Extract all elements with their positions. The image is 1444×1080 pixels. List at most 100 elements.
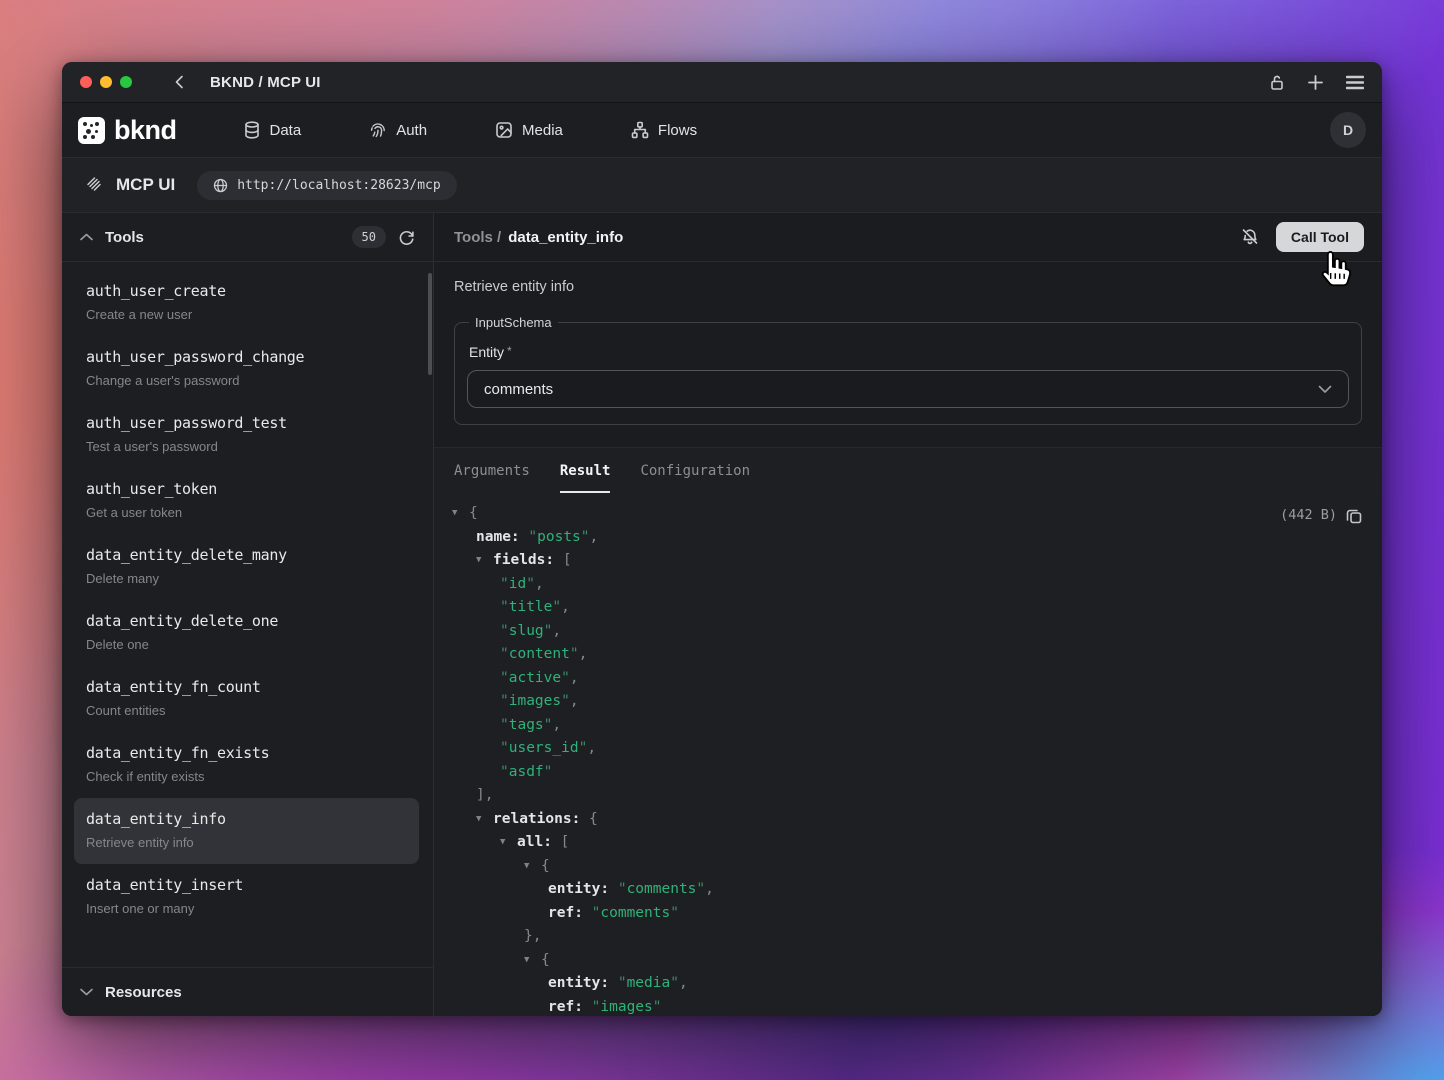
main-nav: bknd Data Auth Media Flows D [62, 103, 1382, 158]
json-line: ▼{ [434, 949, 1382, 973]
json-lines: ▼{name: "posts",▼fields: ["id","title","… [434, 502, 1382, 1016]
collapse-caret-icon[interactable]: ▼ [452, 502, 469, 526]
entity-select-value: comments [484, 381, 553, 398]
json-line: ▼all: [ [434, 831, 1382, 855]
tool-list-item[interactable]: auth_user_password_test Test a user's pa… [74, 402, 419, 468]
nav-item-data[interactable]: Data [231, 113, 314, 147]
entity-field-label: Entity* [469, 344, 1349, 360]
server-url-pill[interactable]: http://localhost:28623/mcp [197, 171, 457, 200]
call-tool-button[interactable]: Call Tool [1276, 222, 1364, 252]
image-icon [495, 121, 513, 139]
json-line: }, [434, 925, 1382, 949]
globe-icon [213, 178, 228, 193]
json-line: ▼relations: { [434, 808, 1382, 832]
entity-select[interactable]: comments [467, 370, 1349, 408]
json-line: "content", [434, 643, 1382, 667]
json-line: ▼{ [434, 855, 1382, 879]
tool-detail-panel: Tools / data_entity_info Call Tool Retri… [434, 213, 1382, 1016]
collapse-caret-icon[interactable]: ▼ [476, 808, 493, 832]
nav-item-media[interactable]: Media [483, 113, 575, 147]
breadcrumb-root[interactable]: Tools / [454, 229, 501, 246]
notifications-off-icon[interactable] [1240, 227, 1260, 247]
minimize-window-button[interactable] [100, 76, 112, 88]
tool-list-item[interactable]: data_entity_info Retrieve entity info [74, 798, 419, 864]
tab-result[interactable]: Result [560, 463, 611, 493]
tool-name: auth_user_token [86, 480, 407, 498]
collapse-caret-icon[interactable]: ▼ [476, 549, 493, 573]
collapse-caret-icon[interactable]: ▼ [524, 855, 541, 879]
lock-icon[interactable] [1269, 74, 1285, 91]
new-tab-icon[interactable] [1307, 74, 1324, 91]
app-window: BKND / MCP UI bknd [62, 62, 1382, 1016]
bknd-logo-icon [78, 117, 105, 144]
page-title: MCP UI [116, 175, 175, 195]
server-url: http://localhost:28623/mcp [237, 178, 441, 193]
tool-name: data_entity_info [86, 810, 407, 828]
chevron-up-icon [80, 233, 93, 241]
refresh-icon[interactable] [398, 229, 415, 246]
collapse-caret-icon[interactable]: ▼ [524, 949, 541, 973]
tool-list-item[interactable]: data_entity_delete_many Delete many [74, 534, 419, 600]
tool-description: Change a user's password [86, 373, 407, 388]
tab-configuration[interactable]: Configuration [640, 463, 750, 493]
avatar-initial: D [1343, 122, 1353, 138]
json-line: "id", [434, 573, 1382, 597]
brand-logo[interactable]: bknd [78, 115, 177, 146]
nav-item-label: Auth [396, 122, 427, 139]
user-avatar[interactable]: D [1330, 112, 1366, 148]
subnav: MCP UI http://localhost:28623/mcp [62, 158, 1382, 213]
brand-name: bknd [114, 115, 177, 146]
tool-list-item[interactable]: data_entity_delete_one Delete one [74, 600, 419, 666]
tool-detail-header: Tools / data_entity_info Call Tool [434, 213, 1382, 262]
breadcrumb-current: data_entity_info [508, 229, 623, 246]
json-line: "users_id", [434, 737, 1382, 761]
tool-list-item[interactable]: auth_user_password_change Change a user'… [74, 336, 419, 402]
tools-count-badge: 50 [352, 226, 386, 248]
tool-description: Test a user's password [86, 439, 407, 454]
resources-section-header[interactable]: Resources [62, 967, 433, 1016]
copy-icon[interactable] [1346, 508, 1362, 524]
tool-description-text: Retrieve entity info [454, 279, 1362, 295]
json-line: entity: "media", [434, 972, 1382, 996]
tool-list-item[interactable]: auth_user_create Create a new user [74, 270, 419, 336]
tool-name: auth_user_password_test [86, 414, 407, 432]
tool-summary: Retrieve entity info InputSchema Entity*… [434, 262, 1382, 425]
json-line: ▼fields: [ [434, 549, 1382, 573]
tool-description: Delete many [86, 571, 407, 586]
json-line: ref: "images" [434, 996, 1382, 1017]
chevron-down-icon [1318, 385, 1332, 394]
input-schema-legend: InputSchema [469, 315, 558, 330]
result-size-label: (442 B) [1280, 504, 1337, 528]
tool-list-item[interactable]: auth_user_token Get a user token [74, 468, 419, 534]
nav-item-flows[interactable]: Flows [619, 113, 709, 147]
tool-list-item[interactable]: data_entity_insert Insert one or many [74, 864, 419, 930]
tool-list-item[interactable]: data_entity_fn_count Count entities [74, 666, 419, 732]
zoom-window-button[interactable] [120, 76, 132, 88]
nav-item-label: Media [522, 122, 563, 139]
titlebar: BKND / MCP UI [62, 62, 1382, 103]
close-window-button[interactable] [80, 76, 92, 88]
tool-name: data_entity_delete_many [86, 546, 407, 564]
sidebar-scrollbar-thumb[interactable] [428, 273, 432, 375]
tool-list-item[interactable]: data_entity_fn_exists Check if entity ex… [74, 732, 419, 798]
json-line: "title", [434, 596, 1382, 620]
nav-item-auth[interactable]: Auth [357, 113, 439, 147]
collapse-caret-icon[interactable]: ▼ [500, 831, 517, 855]
fingerprint-icon [369, 121, 387, 139]
json-line: ref: "comments" [434, 902, 1382, 926]
back-icon[interactable] [172, 74, 188, 90]
json-line: "slug", [434, 620, 1382, 644]
nav-item-label: Data [270, 122, 302, 139]
traffic-lights [80, 76, 132, 88]
result-tabs: Arguments Result Configuration [434, 448, 1382, 493]
json-line: ▼{ [434, 502, 1382, 526]
tool-description: Count entities [86, 703, 407, 718]
tab-arguments[interactable]: Arguments [454, 463, 530, 493]
mcp-icon [84, 175, 104, 195]
workflow-icon [631, 121, 649, 139]
tool-name: data_entity_fn_count [86, 678, 407, 696]
tool-description: Insert one or many [86, 901, 407, 916]
tools-section-header[interactable]: Tools 50 [62, 213, 433, 262]
json-line: ], [434, 784, 1382, 808]
menu-icon[interactable] [1346, 75, 1364, 90]
